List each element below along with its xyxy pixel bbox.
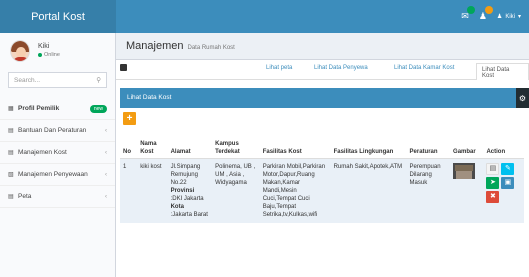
sidebar-item-bantuan[interactable]: ▤ Bantuan Dan Peraturan ‹	[0, 120, 115, 142]
user-alert-icon[interactable]: ♟	[479, 6, 493, 22]
kost-thumbnail[interactable]	[453, 163, 476, 179]
user-menu[interactable]: ♟ Kiki ▾	[496, 13, 521, 21]
add-kost-button[interactable]: +	[123, 112, 136, 125]
sidebar-menu: ▦ Profil Pemilik new ▤ Bantuan Dan Perat…	[0, 98, 115, 208]
col-peraturan: Peraturan	[406, 138, 451, 159]
page-subtitle: Data Rumah Kost	[187, 45, 235, 51]
provinsi-value: :DKI Jakarta	[170, 196, 204, 202]
list-icon: ▤	[8, 128, 14, 134]
alamat-text: Jl.Simpang Remujung No.22	[170, 164, 201, 186]
chevron-left-icon: ‹	[105, 193, 107, 200]
delete-button[interactable]: ✖	[486, 191, 500, 203]
user-name: Kiki	[38, 43, 50, 50]
brand-logo[interactable]: Portal Kost	[0, 0, 116, 33]
col-alamat: Alamat	[167, 138, 213, 159]
kost-table: No Nama Kost Alamat Kampus Terdekat Fasi…	[120, 138, 524, 223]
tab-lihat-peta[interactable]: Lihat peta	[266, 65, 292, 71]
list-icon: ▤	[8, 194, 14, 200]
sidebar-item-manajemen-penyewaan[interactable]: ▧ Manajemen Penyewaan ‹	[0, 164, 115, 186]
upload-button[interactable]: ➤	[486, 177, 500, 189]
tab-bar: Lihat peta Lihat Data Penyewa Lihat Data…	[116, 60, 529, 80]
col-fasilitas-kost: Fasilitas Kost	[259, 138, 331, 159]
user-panel: Kiki Online	[0, 33, 115, 68]
col-nama-kost: Nama Kost	[137, 138, 168, 159]
image-button[interactable]: ▣	[501, 177, 515, 189]
cell-fasilitas-kost: Parkiran Mobil,Parkiran Motor,Dapur,Ruan…	[259, 158, 331, 223]
col-fasilitas-lingkungan: Fasilitas Lingkungan	[330, 138, 407, 159]
col-no: No	[120, 138, 138, 159]
sidebar-item-label: Manajemen Penyewaan	[18, 171, 88, 178]
col-gambar: Gambar	[450, 138, 484, 159]
sidebar-item-peta[interactable]: ▤ Peta ‹	[0, 186, 115, 208]
sidebar: Kiki Online Search... ⚲ ▦ Profil Pemilik…	[0, 33, 116, 277]
sidebar-item-profil-pemilik[interactable]: ▦ Profil Pemilik new	[0, 98, 115, 120]
kota-label: Kota	[170, 204, 184, 210]
sidebar-item-label: Manajemen Kost	[18, 149, 67, 156]
panel-title: Lihat Data Kost	[127, 94, 172, 101]
notification-badge	[466, 6, 475, 14]
view-detail-button[interactable]: ▤	[486, 163, 500, 175]
new-badge: new	[89, 104, 107, 113]
chevron-left-icon: ‹	[105, 127, 107, 134]
user-icon: ♟	[496, 14, 503, 20]
grid-icon: ▦	[8, 106, 14, 112]
cell-peraturan: Perempuan Dilarang Masuk	[406, 158, 451, 223]
avatar	[10, 39, 30, 62]
cell-action: ▤ ✎ ➤ ▣ ✖	[483, 158, 524, 223]
page-title: Manajemen	[126, 40, 184, 52]
cell-alamat: Jl.Simpang Remujung No.22 Provinsi :DKI …	[167, 158, 213, 223]
panel-header: Lihat Data Kost ⚙	[120, 88, 529, 108]
top-navbar: Portal Kost ✉ ♟ ♟ Kiki ▾	[0, 0, 529, 33]
tab-lihat-data-kost[interactable]: Lihat Data Kost	[476, 63, 529, 80]
content-box: Lihat peta Lihat Data Penyewa Lihat Data…	[116, 59, 529, 277]
tab-lihat-data-penyewa[interactable]: Lihat Data Penyewa	[314, 65, 368, 71]
chevron-left-icon: ‹	[105, 149, 107, 156]
col-action: Action	[483, 138, 524, 159]
cell-fasilitas-lingkungan: Rumah Sakit,Apotek,ATM	[330, 158, 407, 223]
cell-nama-kost: kiki kost	[137, 158, 168, 223]
navbar-icons: ✉ ♟ ♟ Kiki ▾	[461, 0, 521, 33]
user-status: Online	[38, 52, 60, 58]
gear-icon[interactable]: ⚙	[516, 88, 529, 108]
page-header: Manajemen Data Rumah Kost	[126, 40, 235, 52]
user-menu-name: Kiki	[505, 13, 515, 20]
col-kampus: Kampus Terdekat	[212, 138, 260, 159]
sidebar-item-label: Peta	[18, 193, 32, 200]
search-placeholder: Search...	[14, 76, 41, 84]
sidebar-item-label: Profil Pemilik	[18, 105, 60, 112]
edit-button[interactable]: ✎	[501, 163, 515, 175]
search-input[interactable]: Search... ⚲	[8, 72, 107, 88]
chart-icon: ▧	[8, 172, 14, 178]
chevron-left-icon: ‹	[105, 171, 107, 178]
notification-badge	[484, 6, 493, 14]
sidebar-toggle-icon[interactable]	[120, 64, 127, 71]
table-header-row: No Nama Kost Alamat Kampus Terdekat Fasi…	[120, 138, 524, 159]
caret-down-icon: ▾	[517, 14, 521, 20]
cell-kampus: Polinema, UB , UM , Asia , Widyagama	[212, 158, 260, 223]
sidebar-item-manajemen-kost[interactable]: ▤ Manajemen Kost ‹	[0, 142, 115, 164]
user-status-label: Online	[44, 52, 60, 58]
online-dot-icon	[38, 53, 42, 57]
table-row: 1 kiki kost Jl.Simpang Remujung No.22 Pr…	[120, 158, 524, 223]
tab-lihat-data-kamar-kost[interactable]: Lihat Data Kamar Kost	[394, 65, 454, 71]
sidebar-item-label: Bantuan Dan Peraturan	[18, 127, 87, 134]
search-icon[interactable]: ⚲	[96, 76, 101, 84]
list-icon: ▤	[8, 150, 14, 156]
kota-value: :Jakarta Barat	[170, 212, 208, 218]
cell-gambar	[450, 158, 484, 223]
provinsi-label: Provinsi	[170, 188, 195, 194]
envelope-icon[interactable]: ✉	[461, 6, 475, 22]
cell-no: 1	[120, 158, 138, 223]
main-content: Manajemen Data Rumah Kost Lihat peta Lih…	[116, 33, 529, 277]
